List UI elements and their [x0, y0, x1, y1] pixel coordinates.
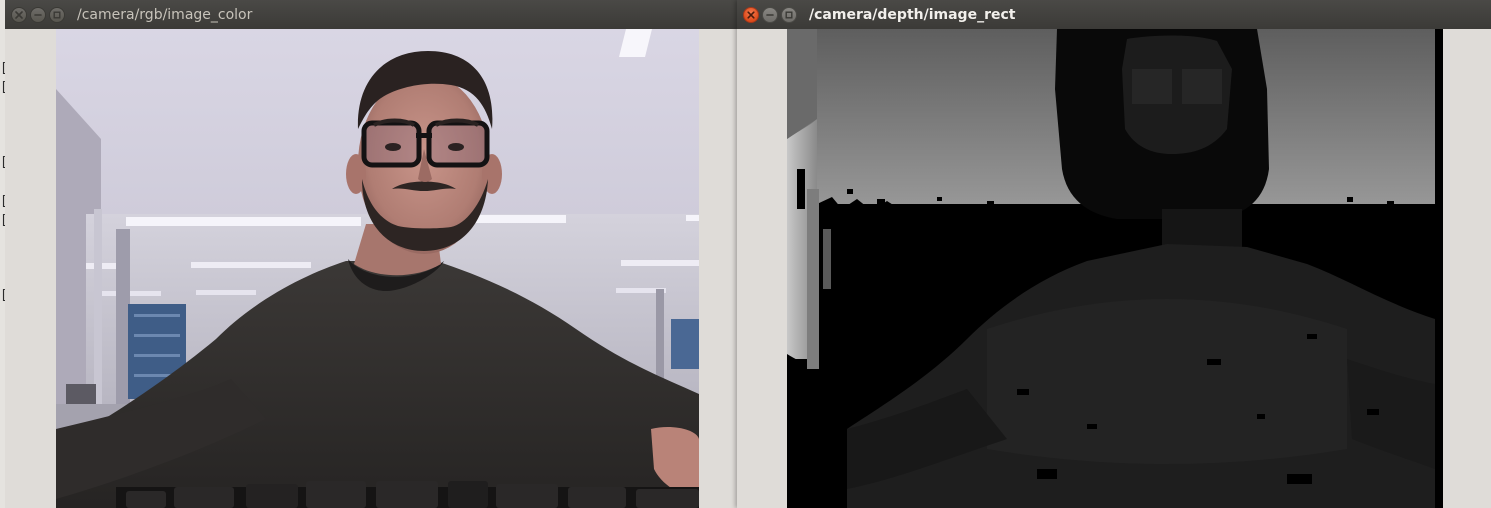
maximize-icon[interactable] [49, 6, 65, 23]
maximize-icon[interactable] [781, 6, 797, 23]
window-controls [737, 6, 805, 23]
titlebar[interactable]: /camera/depth/image_rect [737, 0, 1491, 30]
rgb-camera-image [56, 29, 699, 508]
window-client-area [737, 29, 1491, 508]
depth-image-window[interactable]: /camera/depth/image_rect [737, 0, 1491, 508]
close-icon[interactable] [743, 6, 759, 23]
window-title: /camera/depth/image_rect [809, 6, 1016, 23]
window-title: /camera/rgb/image_color [77, 6, 253, 23]
window-client-area [5, 29, 737, 508]
titlebar[interactable]: /camera/rgb/image_color [5, 0, 737, 30]
minimize-icon[interactable] [762, 6, 778, 23]
desktop: [ [ [ [ [ [ /camera/rgb/image_color /cam… [0, 0, 1491, 508]
close-icon[interactable] [11, 6, 27, 23]
minimize-icon[interactable] [30, 6, 46, 23]
rgb-image-window[interactable]: /camera/rgb/image_color [5, 0, 737, 508]
window-controls [5, 6, 73, 23]
depth-camera-image [787, 29, 1443, 508]
